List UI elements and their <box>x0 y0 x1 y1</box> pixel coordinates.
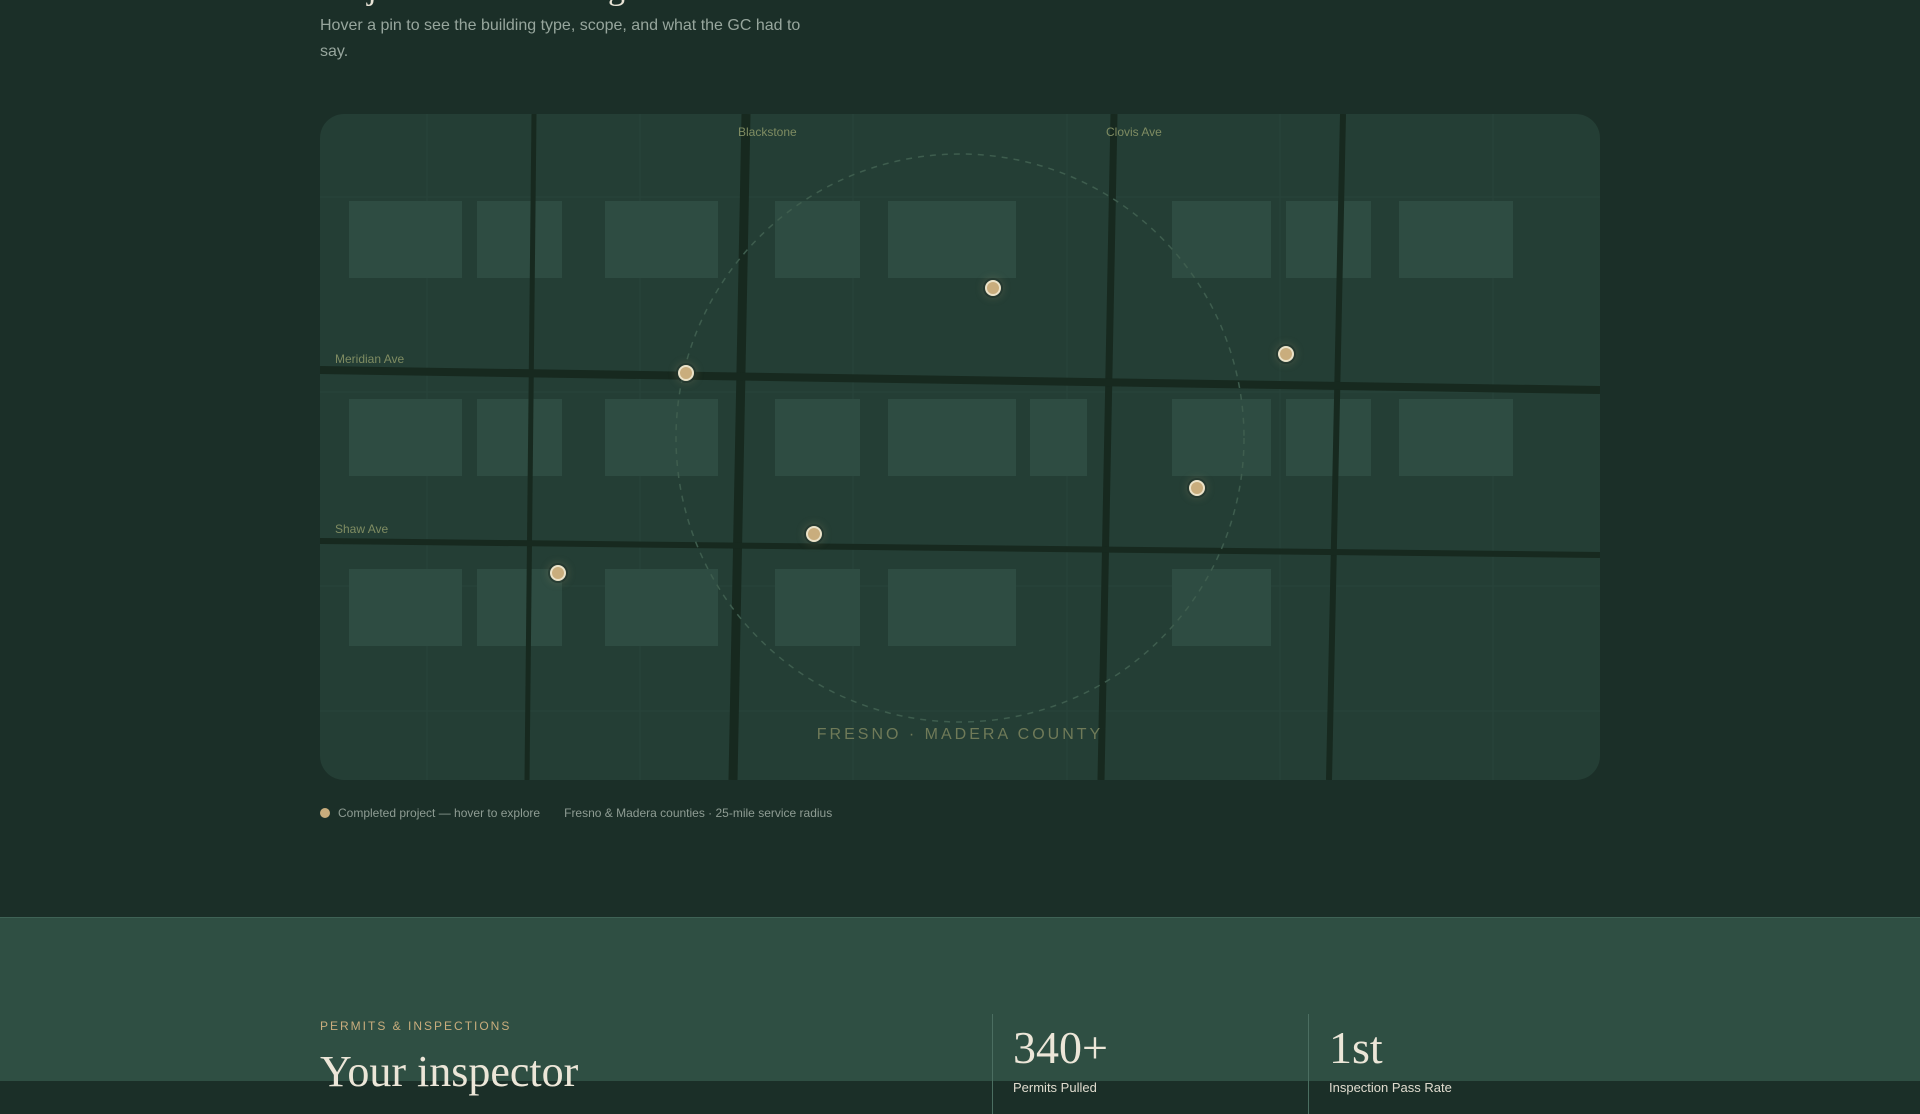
road-meridian <box>320 366 1600 394</box>
stat-label: Permits Pulled <box>1013 1080 1097 1095</box>
legend-pin-dot <box>320 808 330 818</box>
project-pin[interactable] <box>1189 480 1205 496</box>
stat-permits: 340+ Permits Pulled <box>992 1014 1108 1114</box>
permits-section: PERMITS & INSPECTIONS Your inspector 340… <box>0 917 1920 1114</box>
section-subtitle: Hover a pin to see the building type, sc… <box>320 17 801 60</box>
region-label: FRESNO · MADERA COUNTY <box>817 726 1103 743</box>
stat-pass-rate: 1st Inspection Pass Rate <box>1308 1014 1452 1114</box>
road-shaw <box>320 538 1600 558</box>
project-pin[interactable] <box>806 526 822 542</box>
section-heading: Projects across the region <box>320 0 668 8</box>
legend-pin-text: Completed project — hover to explore <box>338 806 541 820</box>
map-canvas: Blackstone Clovis Ave Meridian Ave Shaw … <box>320 114 1600 780</box>
street-label-blackstone: Blackstone <box>738 125 797 139</box>
stat-label: Inspection Pass Rate <box>1329 1080 1452 1095</box>
project-pin[interactable] <box>1278 346 1294 362</box>
project-pin[interactable] <box>550 565 566 581</box>
project-pin[interactable] <box>678 365 694 381</box>
stat-value: 1st <box>1329 1022 1383 1073</box>
street-label-shaw: Shaw Ave <box>335 522 388 536</box>
permits-heading: Your inspector <box>320 1047 579 1096</box>
project-pin[interactable] <box>985 280 1001 296</box>
street-label-clovis: Clovis Ave <box>1106 125 1162 139</box>
map-legend: Completed project — hover to explore Fre… <box>320 804 832 822</box>
permits-eyebrow: PERMITS & INSPECTIONS <box>320 1019 512 1033</box>
service-area-section: Projects across the region Hover a pin t… <box>0 0 1920 917</box>
street-label-meridian: Meridian Ave <box>335 352 404 366</box>
legend-area-text: Fresno & Madera counties · 25-mile servi… <box>564 806 833 820</box>
stat-value: 340+ <box>1013 1022 1108 1073</box>
project-map: Blackstone Clovis Ave Meridian Ave Shaw … <box>320 114 1600 780</box>
road-blackstone <box>728 114 751 780</box>
